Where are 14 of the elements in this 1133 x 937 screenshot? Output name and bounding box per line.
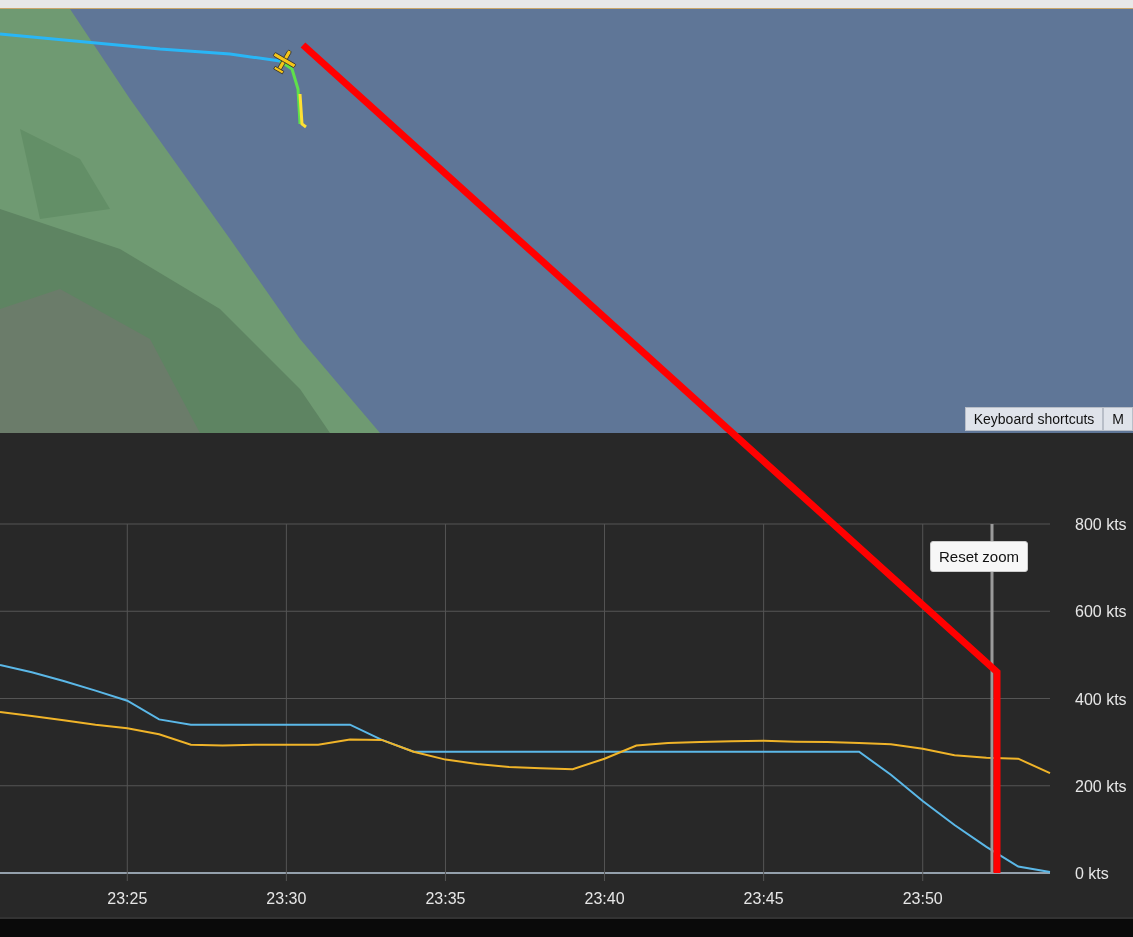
y-axis-label: 400 kts (1075, 690, 1127, 708)
y-axis-label: 600 kts (1075, 603, 1127, 621)
x-axis-label: 23:25 (107, 890, 148, 907)
x-axis-label: 23:45 (743, 890, 784, 907)
map-control-button[interactable]: Keyboard shortcuts (964, 407, 1104, 431)
reset-zoom-button[interactable]: Reset zoom (930, 541, 1029, 572)
y-axis-label: 200 kts (1075, 777, 1127, 795)
x-axis-label: 23:50 (902, 890, 943, 907)
map-control-button[interactable]: M (1103, 407, 1133, 431)
y-axis-label: 800 kts (1075, 516, 1127, 533)
x-axis-label: 23:30 (266, 890, 307, 907)
x-axis-label: 23:40 (584, 890, 625, 907)
x-axis-label: 23:35 (425, 890, 466, 907)
y-axis-label: 0 kts (1075, 865, 1109, 882)
